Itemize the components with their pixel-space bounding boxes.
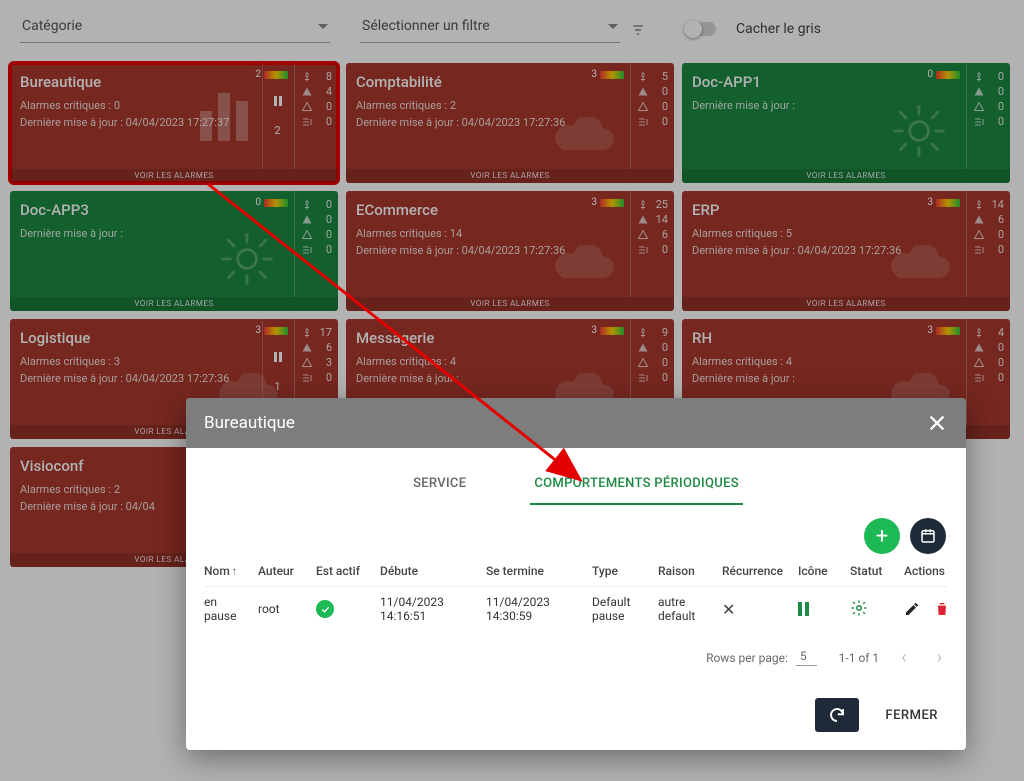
page-range: 1-1 of 1 <box>839 651 880 665</box>
active-check-icon <box>316 600 334 618</box>
col-type[interactable]: Type <box>592 564 652 578</box>
gauge: 0 <box>255 197 288 208</box>
cell-reason: autre default <box>658 595 716 623</box>
service-card-ecommerce[interactable]: ECommerceAlarmes critiques : 14Dernière … <box>346 191 674 311</box>
cloud-icon <box>884 245 954 289</box>
edit-icon[interactable] <box>904 601 920 617</box>
filter-icon[interactable] <box>630 22 646 36</box>
see-alarms-link[interactable]: VOIR LES ALARMES <box>682 169 1010 183</box>
cloud-icon <box>548 245 618 289</box>
rows-per-page-label: Rows per page: <box>706 651 788 665</box>
cell-name: en pause <box>204 595 252 623</box>
card-critical: Alarmes critiques : 4 <box>356 355 624 368</box>
cell-author: root <box>258 602 310 616</box>
rows-per-page-select[interactable]: 5 <box>796 649 817 666</box>
filter-label: Sélectionner un filtre <box>362 18 490 34</box>
periodic-modal: Bureautique SERVICE COMPORTEMENTS PÉRIOD… <box>186 398 966 750</box>
col-start[interactable]: Débute <box>380 564 480 578</box>
col-end[interactable]: Se termine <box>486 564 586 578</box>
card-title: ERP <box>692 201 960 219</box>
card-counters: 251460 <box>630 191 674 297</box>
close-icon[interactable] <box>926 412 948 434</box>
see-alarms-link[interactable]: VOIR LES ALARMES <box>346 297 674 311</box>
tab-periodic[interactable]: COMPORTEMENTS PÉRIODIQUES <box>530 466 743 505</box>
card-title: Logistique <box>20 329 288 347</box>
gauge: 3 <box>927 325 960 336</box>
recurrence-none-icon: ✕ <box>722 600 792 619</box>
hide-grey-toggle[interactable] <box>686 22 716 36</box>
card-critical: Alarmes critiques : 14 <box>356 227 624 240</box>
card-title: ECommerce <box>356 201 624 219</box>
card-critical: Alarmes critiques : 3 <box>20 355 288 368</box>
tab-service[interactable]: SERVICE <box>409 466 470 505</box>
card-critical: Alarmes critiques : 2 <box>356 99 624 112</box>
card-title: Doc-APP1 <box>692 73 960 91</box>
modal-title: Bureautique <box>204 413 295 433</box>
gauge: 3 <box>591 197 624 208</box>
service-card-bureautique[interactable]: BureautiqueAlarmes critiques : 0Dernière… <box>10 63 338 183</box>
chevron-down-icon <box>608 24 618 29</box>
service-card-doc-app3[interactable]: Doc-APP3Dernière mise à jour : 00000VOIR… <box>10 191 338 311</box>
see-alarms-link[interactable]: VOIR LES ALARMES <box>682 297 1010 311</box>
pause-column: 2 <box>262 63 292 169</box>
cell-end: 11/04/2023 14:30:59 <box>486 595 586 623</box>
card-counters: 4000 <box>966 319 1010 425</box>
col-icon[interactable]: Icône <box>798 564 844 578</box>
pause-icon <box>798 602 844 616</box>
refresh-button[interactable] <box>815 698 859 732</box>
next-page-button[interactable]: › <box>937 647 942 668</box>
card-counters: 5000 <box>630 63 674 169</box>
see-alarms-link[interactable]: VOIR LES ALARMES <box>346 169 674 183</box>
card-title: RH <box>692 329 960 347</box>
see-alarms-link[interactable]: VOIR LES ALARMES <box>10 169 338 183</box>
cell-type: Default pause <box>592 595 652 623</box>
delete-icon[interactable] <box>934 601 950 617</box>
card-critical: Alarmes critiques : 4 <box>692 355 960 368</box>
col-actions[interactable]: Actions <box>904 564 960 578</box>
gauge: 0 <box>927 69 960 80</box>
card-counters: 0000 <box>966 63 1010 169</box>
gauge: 3 <box>927 197 960 208</box>
col-name[interactable]: Nom ↑ <box>204 564 252 578</box>
table-header: Nom ↑ Auteur Est actif Débute Se termine… <box>204 564 948 586</box>
card-counters: 14600 <box>966 191 1010 297</box>
service-card-comptabilité[interactable]: ComptabilitéAlarmes critiques : 2Dernièr… <box>346 63 674 183</box>
chevron-down-icon <box>318 24 328 29</box>
status-gear-icon <box>850 599 898 620</box>
card-title: Doc-APP3 <box>20 201 288 219</box>
col-status[interactable]: Statut <box>850 564 898 578</box>
card-counters: 8400 <box>294 63 338 169</box>
category-select[interactable]: Catégorie <box>20 14 330 43</box>
sun-icon <box>212 229 282 289</box>
gauge: 3 <box>591 69 624 80</box>
card-title: Messagerie <box>356 329 624 347</box>
cloud-icon <box>548 117 618 161</box>
col-author[interactable]: Auteur <box>258 564 310 578</box>
card-title: Comptabilité <box>356 73 624 91</box>
cell-start: 11/04/2023 14:16:51 <box>380 595 480 623</box>
gauge: 3 <box>591 325 624 336</box>
pause-icon <box>274 352 282 362</box>
calendar-button[interactable] <box>910 518 946 554</box>
close-button[interactable]: FERMER <box>879 700 944 731</box>
add-button[interactable]: + <box>864 518 900 554</box>
table-pagination: Rows per page: 5 1-1 of 1 ‹ › <box>186 631 966 684</box>
col-reason[interactable]: Raison <box>658 564 716 578</box>
filter-select[interactable]: Sélectionner un filtre <box>360 14 620 43</box>
card-critical: Alarmes critiques : 5 <box>692 227 960 240</box>
service-card-erp[interactable]: ERPAlarmes critiques : 5Dernière mise à … <box>682 191 1010 311</box>
prev-page-button[interactable]: ‹ <box>901 647 906 668</box>
table-row: en pause root 11/04/2023 14:16:51 11/04/… <box>204 586 948 631</box>
category-label: Catégorie <box>22 18 82 34</box>
sun-icon <box>884 101 954 161</box>
col-active[interactable]: Est actif <box>316 564 374 578</box>
card-counters: 0000 <box>294 191 338 297</box>
bar-chart-icon <box>200 91 248 141</box>
card-title: Bureautique <box>20 73 288 91</box>
see-alarms-link[interactable]: VOIR LES ALARMES <box>10 297 338 311</box>
service-card-doc-app1[interactable]: Doc-APP1Dernière mise à jour : 00000VOIR… <box>682 63 1010 183</box>
hide-grey-label: Cacher le gris <box>736 21 821 37</box>
pause-icon <box>274 96 282 106</box>
col-recur[interactable]: Récurrence <box>722 564 792 578</box>
